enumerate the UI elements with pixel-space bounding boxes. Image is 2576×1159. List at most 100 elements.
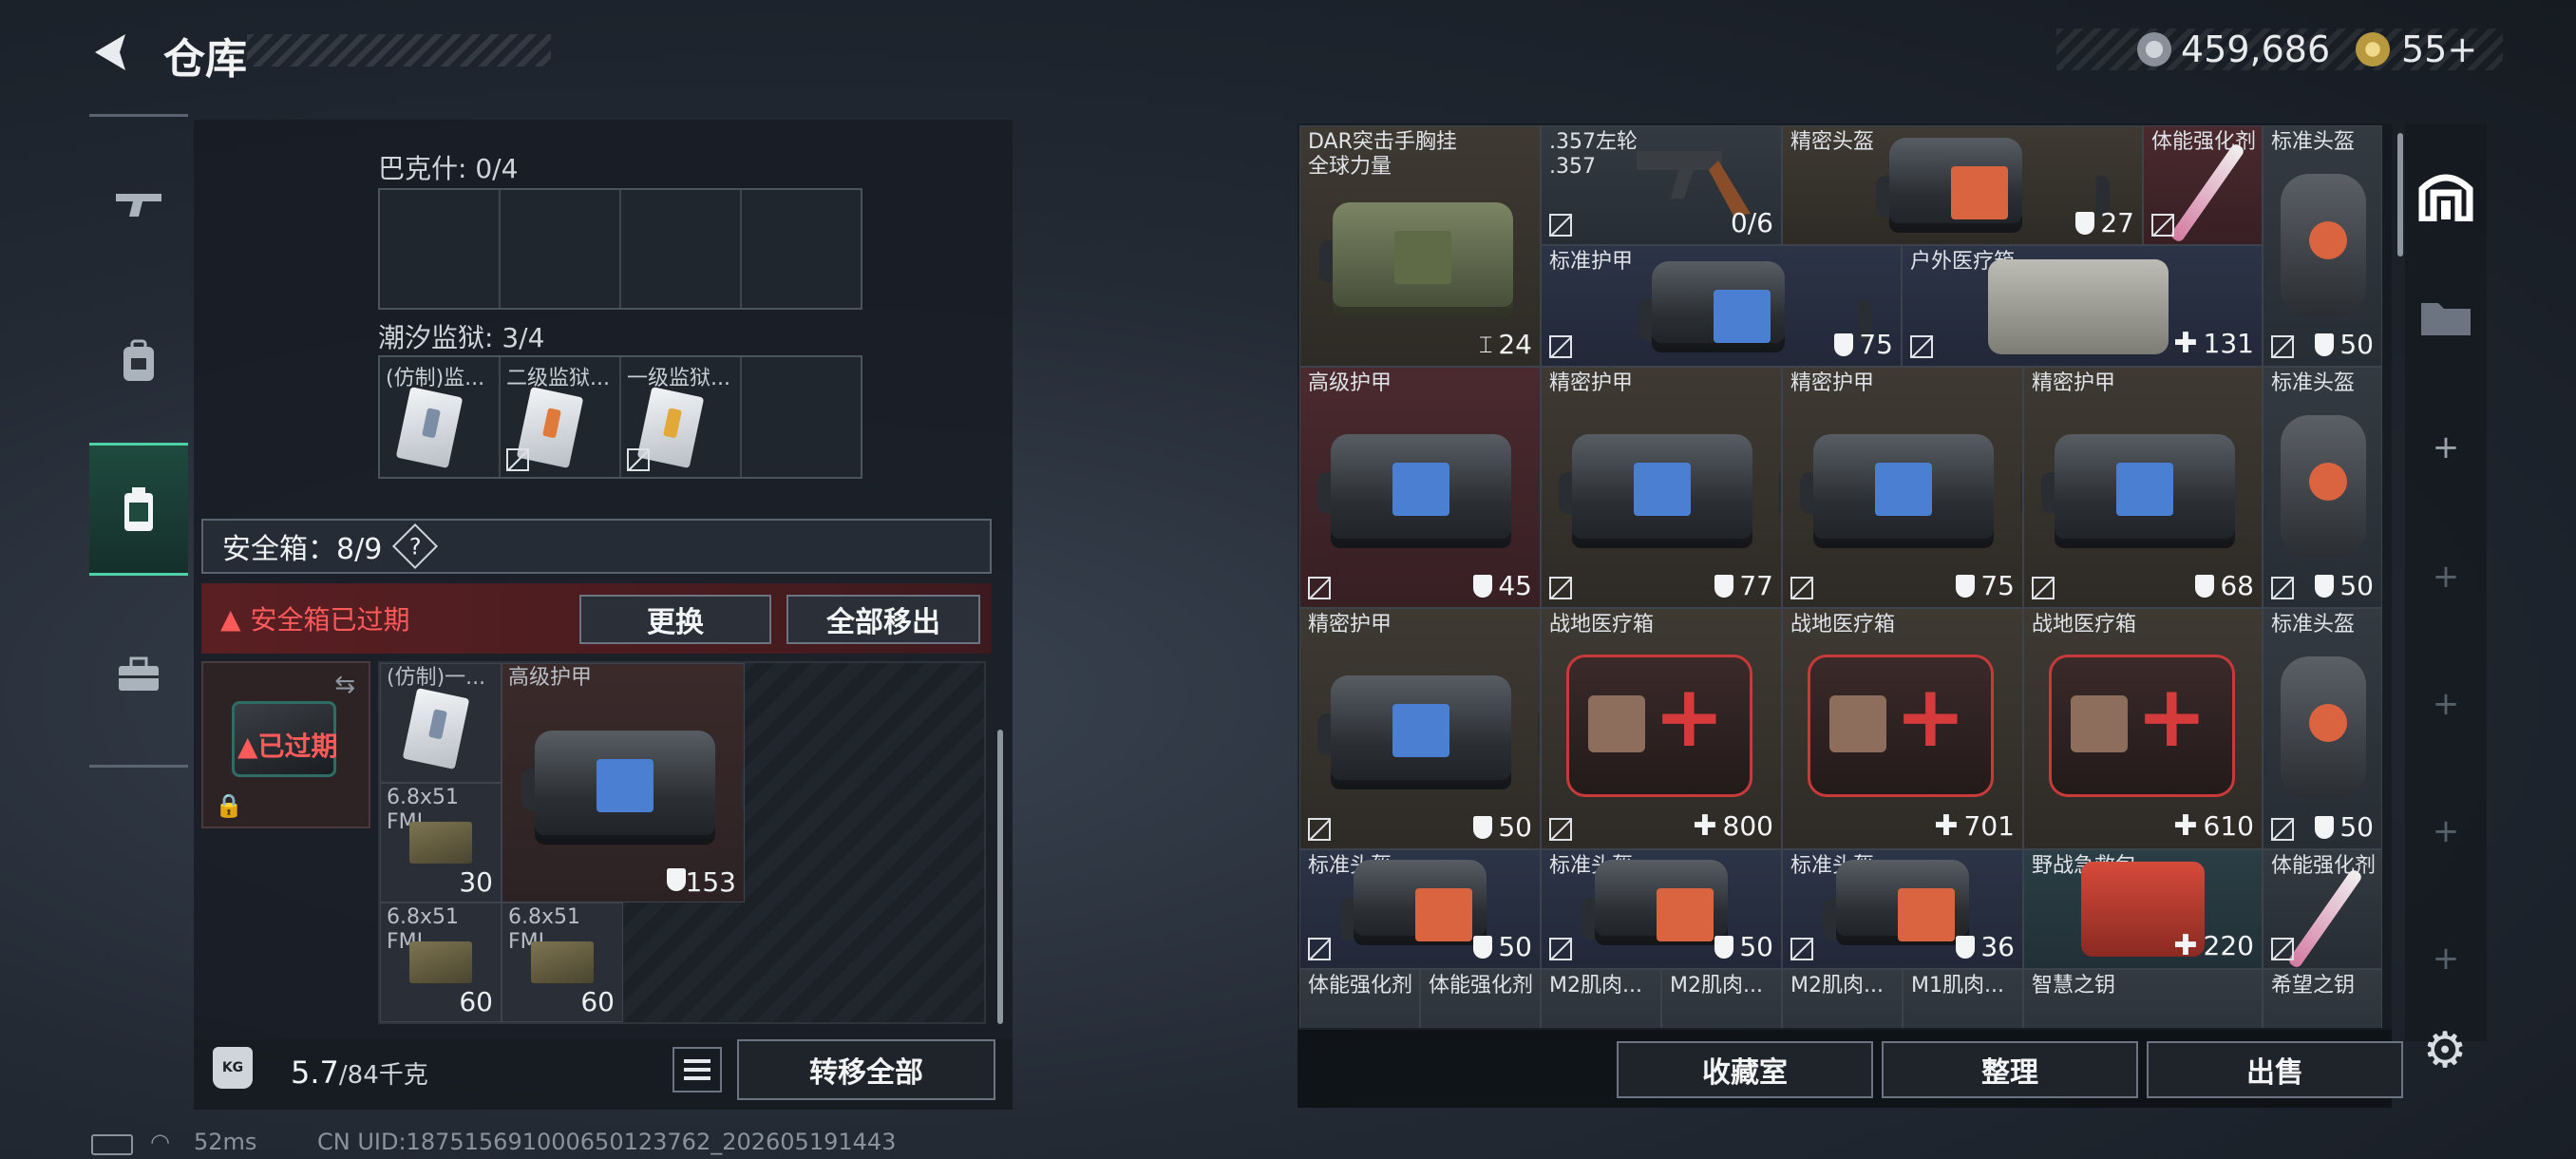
silver-coin-icon	[2137, 32, 2171, 66]
helmet-image	[1876, 138, 2110, 233]
grid-item[interactable]: 6.8x51 FMJ 30	[380, 783, 502, 902]
inventory-item[interactable]: 体能强化剂	[2143, 125, 2263, 245]
grid-item[interactable]: (仿制)一...	[380, 663, 502, 783]
inventory-item[interactable]: 标准头盔 36	[1782, 849, 2023, 969]
remove-all-button[interactable]: 全部移出	[786, 595, 980, 644]
inventory-grid: DAR突击手胸挂 全球力量 ⌶ 24 .357左轮 .357 0/6 精密头盔 2…	[1299, 125, 2386, 1028]
item-value: 68	[2195, 570, 2254, 601]
inventory-item[interactable]: 希望之钥	[2263, 969, 2382, 1028]
inventory-item[interactable]: M2肌肉...	[1541, 969, 1661, 1028]
safebox-case[interactable]: ▲已过期 ⇆ 🔒	[201, 661, 370, 828]
add-tab-button[interactable]: +	[2405, 642, 2487, 766]
item-value: 60	[580, 986, 615, 1017]
inventory-item[interactable]: 标准头盔 50	[1299, 849, 1541, 969]
item-name: M2肌肉...	[1670, 974, 1763, 998]
empty-slot[interactable]	[742, 357, 861, 477]
grid-item[interactable]: 高级护甲 153	[502, 663, 745, 902]
grid-item[interactable]: 6.8x51 FMJ 60	[502, 902, 623, 1022]
transfer-all-button[interactable]: 转移全部	[737, 1039, 995, 1100]
not-storable-icon	[2271, 818, 2294, 841]
helmet-image	[2281, 174, 2366, 316]
weight-icon: KG	[213, 1047, 253, 1089]
inventory-item[interactable]: DAR突击手胸挂 全球力量 ⌶ 24	[1299, 125, 1541, 367]
empty-slot[interactable]	[742, 190, 861, 308]
add-tab-button[interactable]: +	[2405, 897, 2487, 1020]
inventory-item[interactable]: 战地医疗箱 ✚610	[2023, 608, 2263, 849]
folder-icon	[2421, 303, 2471, 335]
left-scrollbar[interactable]	[997, 730, 1003, 1024]
back-icon[interactable]	[87, 28, 135, 76]
inventory-item[interactable]: .357左轮 .357 0/6	[1541, 125, 1782, 245]
collection-room-button[interactable]: 收藏室	[1617, 1041, 1873, 1098]
inventory-item[interactable]: 战地医疗箱 ✚800	[1541, 608, 1782, 849]
inventory-item[interactable]: M2肌肉...	[1661, 969, 1782, 1028]
item-name: 战地医疗箱	[1790, 613, 1896, 636]
item-value: 153	[666, 866, 736, 898]
inventory-item[interactable]: 体能强化剂	[1420, 969, 1541, 1028]
helmet-image	[2281, 656, 2366, 799]
item-name: M2肌肉...	[1790, 974, 1884, 998]
inventory-item[interactable]: 标准护甲 75	[1541, 245, 1902, 367]
item-value: 36	[1956, 931, 2015, 962]
tab-warehouse-main[interactable]	[2405, 133, 2487, 256]
grid-item[interactable]: 6.8x51 FMJ 60	[380, 902, 502, 1022]
uid-readout: CN UID:18751569100065012376​2_2026051914…	[317, 1129, 897, 1155]
inventory-item[interactable]: 战地医疗箱 ✚701	[1782, 608, 2023, 849]
inventory-item[interactable]: M1肌肉...	[1903, 969, 2023, 1028]
armor-image	[521, 731, 744, 845]
keycard-slot[interactable]: 二级监狱...	[501, 357, 621, 477]
inventory-item[interactable]: 精密护甲 50	[1299, 608, 1541, 849]
item-value: 0/6	[1730, 207, 1773, 238]
tab-safebox[interactable]	[89, 443, 188, 576]
keycard-slot[interactable]: 一级监狱...	[621, 357, 742, 477]
swap-icon[interactable]: ⇆	[334, 671, 355, 699]
inventory-item[interactable]: 精密头盔 27	[1782, 125, 2143, 245]
tab-backpack[interactable]	[89, 294, 188, 428]
inventory-item[interactable]: 标准头盔 50	[2263, 367, 2382, 608]
inventory-item[interactable]: 标准头盔 50	[2263, 125, 2382, 367]
inventory-item[interactable]: 精密护甲 68	[2023, 367, 2263, 608]
inventory-item[interactable]: 精密护甲 75	[1782, 367, 2023, 608]
item-value: 60	[459, 986, 493, 1017]
add-tab-button[interactable]: +	[2405, 386, 2487, 509]
add-tab-button[interactable]: +	[2405, 515, 2487, 638]
inventory-item[interactable]: M2肌肉...	[1782, 969, 1903, 1028]
not-storable-icon	[1549, 335, 1572, 358]
tab-toolbox[interactable]	[89, 608, 188, 741]
list-view-button[interactable]	[672, 1047, 722, 1092]
sort-button[interactable]: 整理	[1882, 1041, 2138, 1098]
item-name: 希望之钥	[2271, 974, 2356, 998]
help-icon[interactable]: ?	[392, 522, 439, 570]
item-name: M1肌肉...	[1911, 974, 2004, 998]
not-storable-icon	[1549, 818, 1572, 841]
inventory-item[interactable]: 标准头盔 50	[1541, 849, 1782, 969]
inventory-item[interactable]: 标准头盔 50	[2263, 608, 2382, 849]
inventory-item[interactable]: 户外医疗箱 ✚ 131	[1902, 245, 2263, 367]
sell-button[interactable]: 出售	[2147, 1041, 2403, 1098]
item-value: 75	[1956, 570, 2015, 601]
tab-weapons[interactable]	[89, 139, 188, 272]
gold-amount[interactable]: 55+	[2401, 28, 2477, 70]
inventory-item[interactable]: 智慧之钥	[2023, 969, 2263, 1028]
empty-slot[interactable]	[380, 190, 501, 308]
tab-warehouse-iv[interactable]	[2405, 255, 2487, 378]
add-tab-button[interactable]: +	[2405, 770, 2487, 893]
empty-slot[interactable]	[501, 190, 621, 308]
inventory-item[interactable]: 体能强化剂	[2263, 849, 2382, 969]
item-name: DAR突击手胸挂 全球力量	[1308, 130, 1457, 179]
gear-icon[interactable]: ⚙	[2418, 1024, 2472, 1077]
right-scrollbar[interactable]	[2397, 133, 2403, 256]
inventory-item[interactable]: 精密护甲 77	[1541, 367, 1782, 608]
item-value: 50	[1473, 811, 1532, 843]
keycard-slot[interactable]: (仿制)监...	[380, 357, 501, 477]
item-name: M2肌肉...	[1549, 974, 1642, 998]
empty-slot[interactable]	[621, 190, 742, 308]
page-title: 仓库	[163, 35, 247, 84]
inventory-item[interactable]: 野战急救包 ✚220	[2023, 849, 2263, 969]
replace-button[interactable]: 更换	[579, 595, 771, 644]
inventory-item[interactable]: 高级护甲 45	[1299, 367, 1541, 608]
safebox-header: 安全箱：8/9 ?	[201, 519, 992, 574]
gold-coin-icon	[2356, 32, 2390, 66]
inventory-item[interactable]: 体能强化剂	[1299, 969, 1420, 1028]
item-name: 智慧之钥	[2032, 974, 2116, 998]
